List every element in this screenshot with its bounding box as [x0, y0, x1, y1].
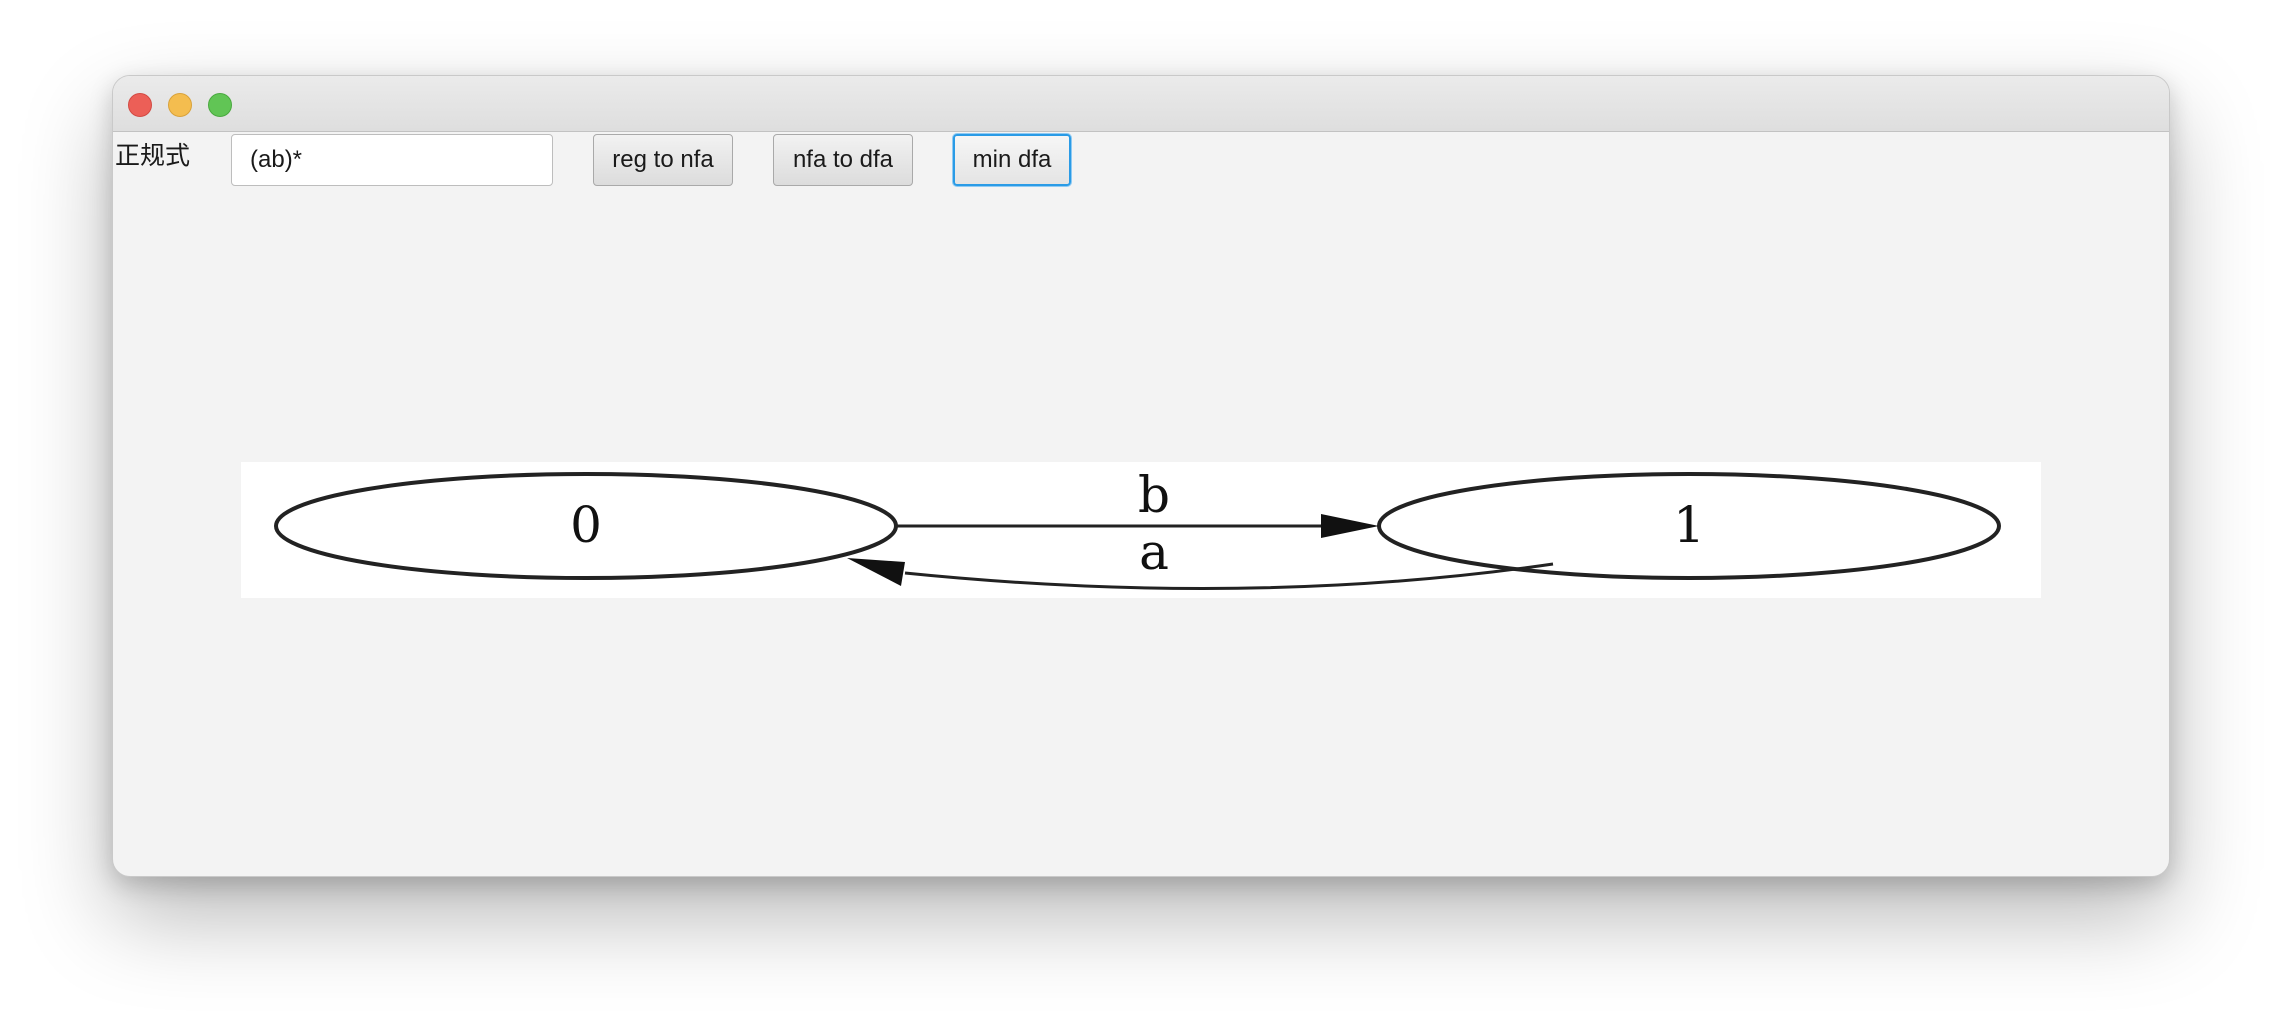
min-dfa-button[interactable]: min dfa	[953, 134, 1071, 186]
regex-label: 正规式	[115, 141, 191, 170]
edge-0-to-1-arrowhead	[1321, 514, 1379, 538]
title-bar[interactable]	[113, 76, 2169, 132]
automaton-graph-svg: 0 1 b a	[274, 466, 2001, 590]
automaton-graph: 0 1 b a	[241, 462, 2041, 598]
regex-input[interactable]	[231, 134, 553, 186]
state-node-1-label: 1	[1673, 496, 1705, 554]
close-button[interactable]	[128, 93, 152, 117]
edge-1-to-0-arrowhead	[847, 558, 905, 586]
state-node-0-label: 0	[570, 496, 602, 554]
edge-0-to-1-label: b	[1138, 466, 1170, 524]
maximize-button[interactable]	[208, 93, 232, 117]
nfa-to-dfa-button[interactable]: nfa to dfa	[773, 134, 913, 186]
reg-to-nfa-button[interactable]: reg to nfa	[593, 134, 733, 186]
edge-1-to-0-label: a	[1139, 523, 1169, 581]
app-window: 正规式 reg to nfa nfa to dfa min dfa 0 1 b …	[112, 75, 2170, 877]
edge-1-to-0	[904, 562, 1554, 590]
minimize-button[interactable]	[168, 93, 192, 117]
